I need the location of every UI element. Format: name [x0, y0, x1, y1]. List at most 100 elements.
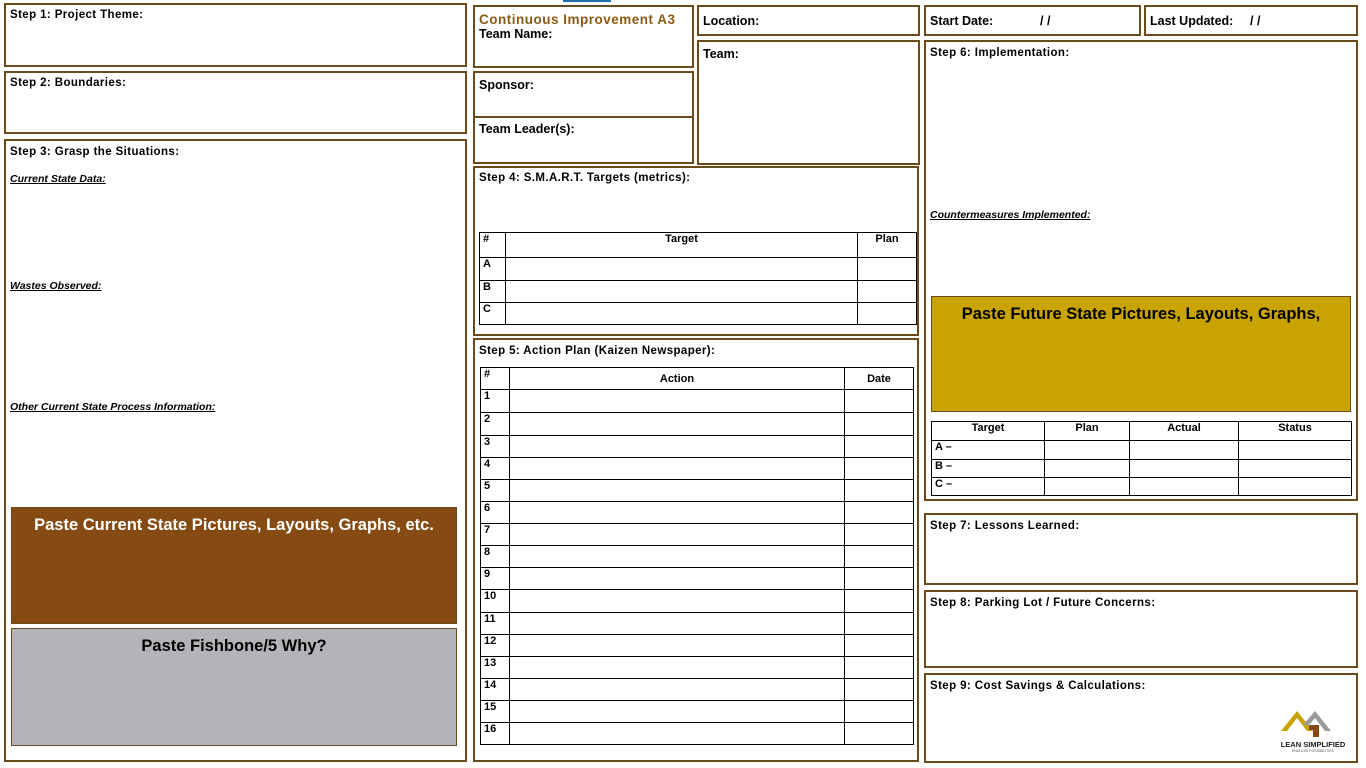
table-row: 4 — [480, 457, 914, 480]
location-box[interactable]: Location: — [697, 5, 920, 36]
row-id[interactable]: C – — [931, 477, 1045, 496]
lean-simplified-logo: LEAN SIMPLIFIED ENDLESS POSSIBILITIES — [1273, 703, 1353, 753]
row-id[interactable]: B – — [931, 459, 1045, 478]
date-cell[interactable] — [844, 567, 914, 590]
paste-current-state-area[interactable]: Paste Current State Pictures, Layouts, G… — [11, 507, 457, 624]
date-cell[interactable] — [844, 457, 914, 480]
action-cell[interactable] — [509, 612, 845, 635]
table-row: 3 — [480, 435, 914, 458]
row-id: 8 — [480, 545, 510, 568]
last-updated-value[interactable]: / / — [1250, 14, 1260, 28]
action-cell[interactable] — [509, 479, 845, 502]
date-cell[interactable] — [844, 435, 914, 458]
table-row: 8 — [480, 545, 914, 568]
date-cell[interactable] — [844, 678, 914, 701]
col-header-target: Target — [931, 421, 1045, 441]
col-header-target: Target — [505, 232, 858, 258]
plan-cell[interactable] — [1044, 440, 1130, 460]
date-cell[interactable] — [844, 656, 914, 679]
action-cell[interactable] — [509, 389, 845, 413]
date-cell[interactable] — [844, 722, 914, 745]
step3-label: Step 3: Grasp the Situations: — [10, 146, 180, 158]
date-cell[interactable] — [844, 634, 914, 657]
action-cell[interactable] — [509, 678, 845, 701]
action-cell[interactable] — [509, 523, 845, 546]
step5-label: Step 5: Action Plan (Kaizen Newspaper): — [479, 345, 716, 357]
row-id: 5 — [480, 479, 510, 502]
date-cell[interactable] — [844, 545, 914, 568]
status-cell[interactable] — [1238, 459, 1352, 478]
action-cell[interactable] — [509, 656, 845, 679]
actual-cell[interactable] — [1129, 477, 1239, 496]
step2-boundaries[interactable]: Step 2: Boundaries: — [4, 71, 467, 134]
actual-cell[interactable] — [1129, 459, 1239, 478]
row-id: C — [479, 302, 506, 325]
target-cell[interactable] — [505, 280, 858, 303]
plan-cell[interactable] — [1044, 477, 1130, 496]
row-id: 2 — [480, 412, 510, 436]
step9-cost-savings[interactable]: Step 9: Cost Savings & Calculations: LEA… — [924, 673, 1358, 763]
step3-grasp-situation[interactable]: Step 3: Grasp the Situations: Current St… — [4, 139, 467, 762]
status-cell[interactable] — [1238, 477, 1352, 496]
step4-smart-targets[interactable]: Step 4: S.M.A.R.T. Targets (metrics): # … — [473, 166, 919, 336]
table-row: A – — [931, 440, 1352, 460]
sponsor-box[interactable]: Sponsor: — [473, 71, 694, 118]
team-name-label: Team Name: — [479, 27, 553, 41]
target-cell[interactable] — [505, 302, 858, 325]
date-cell[interactable] — [844, 612, 914, 635]
col-header-date: Date — [844, 367, 914, 390]
step8-parking-lot[interactable]: Step 8: Parking Lot / Future Concerns: — [924, 590, 1358, 668]
date-cell[interactable] — [844, 523, 914, 546]
countermeasures-label: Countermeasures Implemented: — [930, 209, 1091, 221]
action-cell[interactable] — [509, 567, 845, 590]
action-cell[interactable] — [509, 700, 845, 723]
plan-cell[interactable] — [857, 257, 917, 281]
action-cell[interactable] — [509, 634, 845, 657]
team-leaders-box[interactable]: Team Leader(s): — [473, 116, 694, 164]
team-label: Team: — [703, 47, 739, 61]
step7-lessons-learned[interactable]: Step 7: Lessons Learned: — [924, 513, 1358, 585]
date-cell[interactable] — [844, 389, 914, 413]
row-id[interactable]: A – — [931, 440, 1045, 460]
date-cell[interactable] — [844, 479, 914, 502]
step1-project-theme[interactable]: Step 1: Project Theme: — [4, 3, 467, 67]
status-cell[interactable] — [1238, 440, 1352, 460]
table-row: 9 — [480, 567, 914, 590]
last-updated-box[interactable]: Last Updated: / / — [1144, 5, 1358, 36]
action-cell[interactable] — [509, 435, 845, 458]
action-cell[interactable] — [509, 501, 845, 524]
logo-mark-icon — [1281, 711, 1331, 737]
date-cell[interactable] — [844, 589, 914, 613]
action-cell[interactable] — [509, 457, 845, 480]
date-cell[interactable] — [844, 412, 914, 436]
action-cell[interactable] — [509, 412, 845, 436]
col-header-plan: Plan — [857, 232, 917, 258]
step5-action-plan[interactable]: Step 5: Action Plan (Kaizen Newspaper): … — [473, 338, 919, 762]
action-cell[interactable] — [509, 589, 845, 613]
actual-cell[interactable] — [1129, 440, 1239, 460]
start-date-label: Start Date: — [930, 14, 994, 28]
plan-cell[interactable] — [857, 302, 917, 325]
action-cell[interactable] — [509, 722, 845, 745]
col-header-plan: Plan — [1044, 421, 1130, 441]
paste-future-state-area[interactable]: Paste Future State Pictures, Layouts, Gr… — [931, 296, 1351, 412]
action-cell[interactable] — [509, 545, 845, 568]
start-date-value[interactable]: / / — [1040, 14, 1050, 28]
header-title-box[interactable]: Continuous Improvement A3 Team Name: — [473, 5, 694, 68]
step6-implementation[interactable]: Step 6: Implementation: Countermeasures … — [924, 40, 1358, 501]
plan-cell[interactable] — [1044, 459, 1130, 478]
plan-cell[interactable] — [857, 280, 917, 303]
row-id: 13 — [480, 656, 510, 679]
table-row: 16 — [480, 722, 914, 745]
team-box[interactable]: Team: — [697, 40, 920, 165]
paste-fishbone-area[interactable]: Paste Fishbone/5 Why? — [11, 628, 457, 746]
current-state-data-label: Current State Data: — [10, 173, 106, 185]
table-row: 11 — [480, 612, 914, 635]
date-cell[interactable] — [844, 700, 914, 723]
table-row: C — [479, 302, 917, 325]
col-header-status: Status — [1238, 421, 1352, 441]
date-cell[interactable] — [844, 501, 914, 524]
target-cell[interactable] — [505, 257, 858, 281]
step9-label: Step 9: Cost Savings & Calculations: — [930, 680, 1146, 692]
start-date-box[interactable]: Start Date: / / — [924, 5, 1141, 36]
